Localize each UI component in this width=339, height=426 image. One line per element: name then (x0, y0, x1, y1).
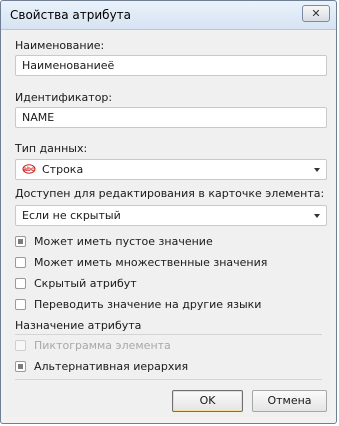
data-type-label: Тип данных: (15, 142, 88, 155)
title-bar[interactable]: Свойства атрибута ✕ (1, 1, 336, 30)
chevron-down-icon[interactable] (314, 214, 320, 218)
checkbox-box[interactable] (15, 236, 26, 247)
identifier-input[interactable]: NAME (15, 107, 327, 128)
checkbox-multiple-values[interactable]: Может иметь множественные значения (15, 256, 267, 272)
window-title: Свойства атрибута (10, 8, 132, 22)
checkbox-box[interactable] (15, 299, 26, 310)
checkbox-translate[interactable]: Переводить значение на другие языки (15, 298, 261, 314)
checkbox-label: Может иметь множественные значения (34, 256, 268, 269)
checkbox-hidden-attribute[interactable]: Скрытый атрибут (15, 277, 137, 293)
abc-string-icon: abc (22, 163, 36, 174)
identifier-label: Идентификатор: (15, 91, 113, 104)
checkbox-box[interactable] (15, 257, 26, 268)
data-type-select[interactable]: abc Строка (15, 159, 327, 180)
footer-divider (15, 379, 322, 380)
editable-label: Доступен для редактирования в карточке э… (15, 187, 325, 200)
checkbox-label: Переводить значение на другие языки (34, 298, 262, 311)
checkbox-box[interactable] (15, 278, 26, 289)
editable-value: Если не скрытый (22, 209, 121, 222)
checkbox-label: Может иметь пустое значение (34, 235, 213, 248)
section-divider (15, 334, 322, 335)
close-icon: ✕ (311, 7, 321, 20)
checkbox-allow-empty[interactable]: Может иметь пустое значение (15, 235, 213, 251)
purpose-section-label: Назначение атрибута (15, 319, 142, 332)
checkbox-box[interactable] (15, 361, 26, 372)
checkbox-box (15, 340, 26, 351)
attribute-properties-dialog: Свойства атрибута ✕ Наименование: Наимен… (0, 0, 337, 424)
ok-button[interactable]: OK (172, 390, 243, 412)
cancel-button[interactable]: Отмена (252, 390, 327, 412)
checkbox-label: Альтернативная иерархия (34, 360, 189, 373)
close-button[interactable]: ✕ (302, 5, 330, 22)
editable-select[interactable]: Если не скрытый (15, 205, 327, 226)
name-label: Наименование: (15, 39, 105, 52)
svg-text:abc: abc (23, 166, 35, 173)
checkbox-label: Пиктограмма элемента (34, 339, 171, 352)
checkbox-element-icon: Пиктограмма элемента (15, 339, 171, 355)
checkbox-label: Скрытый атрибут (34, 277, 137, 290)
dialog-body: Наименование: Наименованиеё Идентификато… (7, 30, 330, 417)
name-input[interactable]: Наименованиеё (15, 55, 327, 76)
checkbox-alt-hierarchy[interactable]: Альтернативная иерархия (15, 360, 188, 376)
data-type-value: Строка (42, 163, 84, 176)
chevron-down-icon[interactable] (314, 168, 320, 172)
